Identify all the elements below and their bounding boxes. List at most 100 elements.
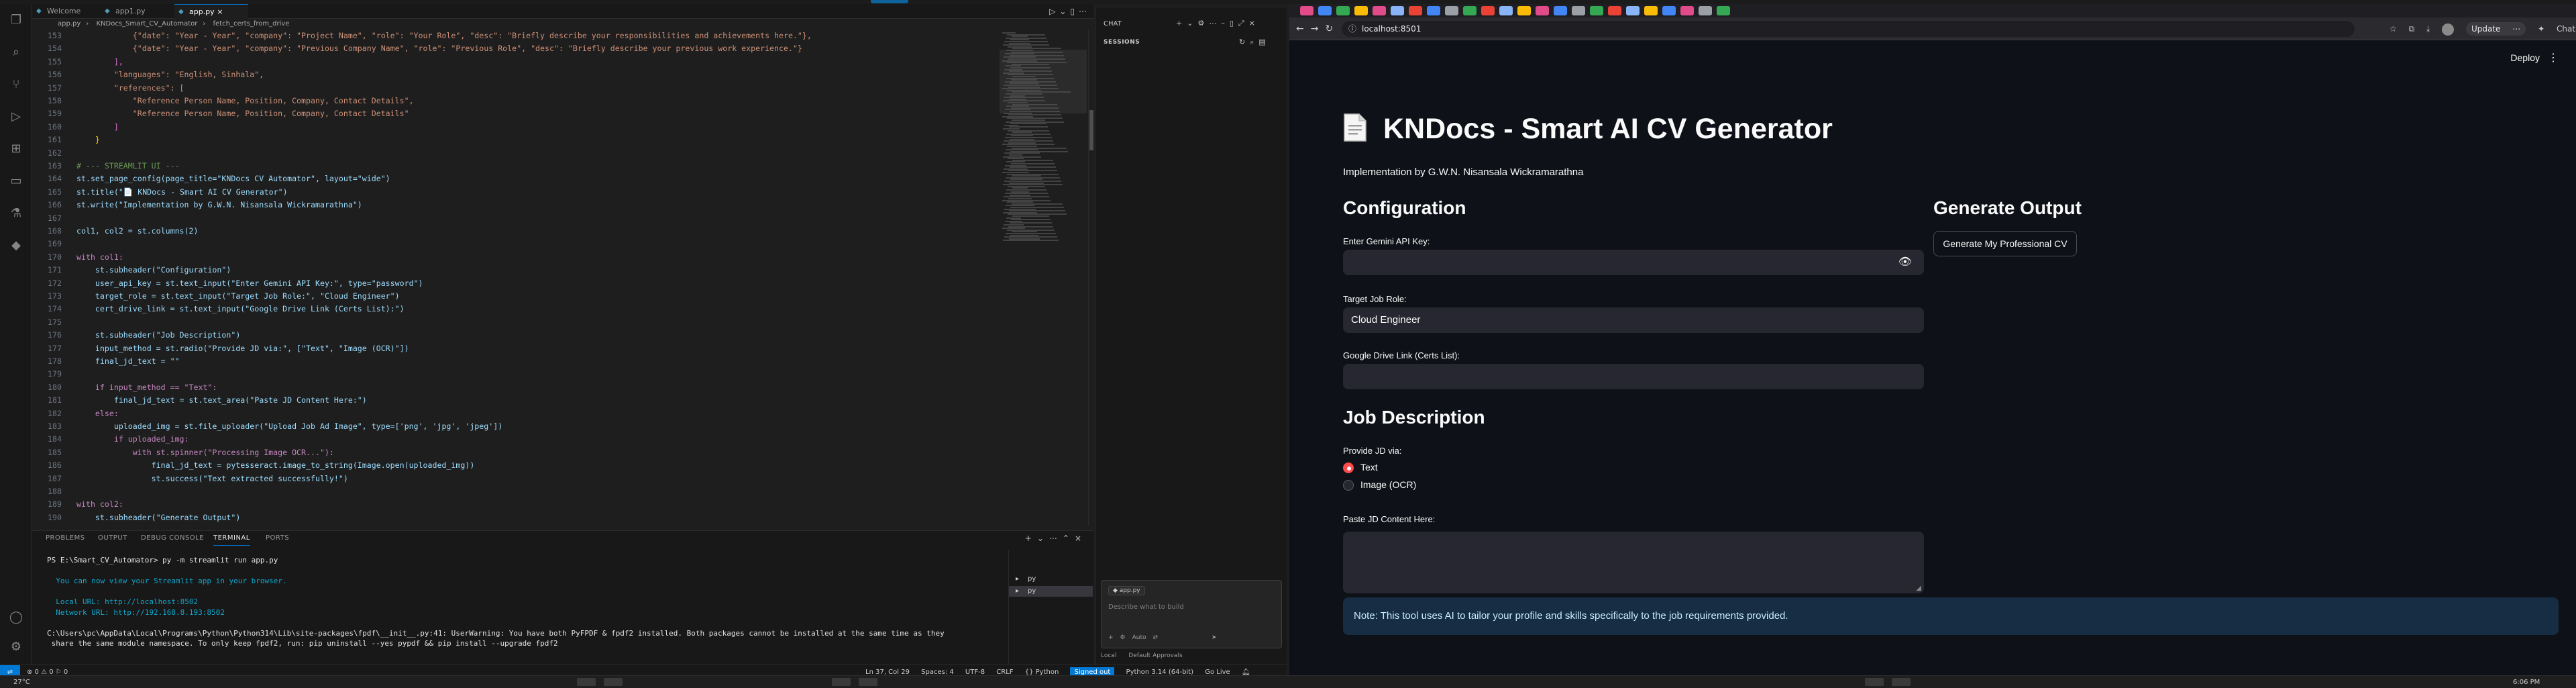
code-line[interactable]: 174 cert_drive_link = st.text_input("Goo… — [32, 303, 998, 315]
minimap[interactable] — [1000, 30, 1087, 526]
code-line[interactable]: 181 final_jd_text = st.text_area("Paste … — [32, 394, 998, 407]
attached-file-chip[interactable]: ◆ app.py — [1108, 586, 1145, 595]
extensions-icon[interactable]: ⧉ — [2409, 24, 2415, 34]
remote-explorer-icon[interactable]: ▭ — [8, 173, 24, 189]
tab-welcome[interactable]: ◆ Welcome — [32, 4, 99, 19]
deploy-button[interactable]: Deploy — [2510, 52, 2540, 63]
local-selector[interactable]: Local — [1101, 652, 1116, 659]
code-line[interactable]: 153 {"date": "Year - Year", "company": "… — [32, 30, 998, 42]
testing-icon[interactable]: ⚗ — [8, 205, 24, 222]
tab-app1-py[interactable]: ◆ app1.py — [101, 4, 173, 19]
browser-tab[interactable] — [1554, 6, 1567, 15]
code-line[interactable]: 156 "languages": "English, Sinhala", — [32, 68, 998, 81]
settings-gear-icon[interactable]: ⚙ — [1197, 19, 1209, 28]
code-line[interactable]: 155 ], — [32, 56, 998, 68]
show-password-eye-icon[interactable]: 👁︎ — [1898, 250, 1912, 275]
code-line[interactable]: 183 uploaded_img = st.file_uploader("Upl… — [32, 420, 998, 433]
browser-tab[interactable] — [1499, 6, 1513, 15]
browser-tab[interactable] — [1644, 6, 1658, 15]
code-line[interactable]: 172 user_api_key = st.text_input("Enter … — [32, 277, 998, 290]
split-editor-icon[interactable]: ▯ — [1070, 7, 1079, 16]
browser-tab[interactable] — [1680, 6, 1694, 15]
split-icon[interactable]: ▯ — [1230, 19, 1238, 28]
terminal-item[interactable]: ▸ py — [1009, 586, 1093, 597]
maximize-icon[interactable]: ⤢ — [1238, 19, 1249, 28]
sync-icon[interactable]: ⇄ — [1153, 634, 1159, 641]
code-line[interactable]: 188 — [32, 485, 998, 498]
forward-icon[interactable]: → — [1311, 23, 1326, 34]
code-line[interactable]: 161 } — [32, 134, 998, 146]
python-icon[interactable]: ◆ — [8, 238, 24, 254]
browser-tab[interactable] — [1463, 6, 1477, 15]
browser-tab[interactable] — [1391, 6, 1404, 15]
taskbar-app-button[interactable] — [577, 678, 596, 686]
run-debug-icon[interactable]: ▷ — [8, 109, 24, 125]
chat-input-box[interactable]: ◆ app.py Describe what to build + ⚙ Auto ⇄ ➤ — [1101, 580, 1282, 648]
tab-debug-console[interactable]: DEBUG CONSOLE — [141, 531, 204, 546]
system-clock[interactable]: 6:06 PM — [2513, 676, 2540, 688]
taskbar-app-button[interactable] — [832, 678, 851, 686]
main-menu-icon[interactable]: ⋮ — [2548, 51, 2559, 64]
code-line[interactable]: 184 if uploaded_img: — [32, 433, 998, 446]
code-line[interactable]: 170 with col1: — [32, 251, 998, 264]
browser-tab[interactable] — [1662, 6, 1676, 15]
code-line[interactable]: 175 — [32, 316, 998, 329]
sessions-header[interactable]: SESSIONS — [1104, 39, 1140, 46]
code-line[interactable]: 180 if input_method == "Text": — [32, 381, 998, 394]
close-tab-icon[interactable]: × — [217, 7, 223, 16]
browser-tab[interactable] — [1373, 6, 1386, 15]
code-line[interactable]: 189 with col2: — [32, 498, 998, 511]
more-icon[interactable]: ⋯ — [1209, 19, 1221, 28]
code-line[interactable]: 178 final_jd_text = "" — [32, 355, 998, 368]
minimize-icon[interactable]: – — [1221, 19, 1230, 28]
address-url[interactable]: localhost:8501 — [1362, 21, 1421, 37]
chevron-down-icon[interactable]: ⌄ — [1037, 534, 1049, 543]
code-line[interactable]: 173 target_role = st.text_input("Target … — [32, 290, 998, 303]
code-line[interactable]: 186 final_jd_text = pytesseract.image_to… — [32, 459, 998, 472]
browser-tab[interactable] — [1699, 6, 1712, 15]
address-bar[interactable]: ⓘ localhost:8501 — [1342, 21, 2355, 37]
browser-tab[interactable] — [1481, 6, 1495, 15]
generate-cv-button[interactable]: Generate My Professional CV — [1933, 231, 2077, 256]
browser-tab[interactable] — [1336, 6, 1350, 15]
close-panel-icon[interactable]: × — [1075, 534, 1087, 543]
code-line[interactable]: 154 {"date": "Year - Year", "company": "… — [32, 42, 998, 55]
code-line[interactable]: 168 col1, col2 = st.columns(2) — [32, 225, 998, 238]
extensions-icon[interactable]: ⊞ — [8, 141, 24, 157]
attach-icon[interactable]: + — [1108, 634, 1114, 641]
chat-button[interactable]: ✦ Chat — [2538, 24, 2576, 34]
resize-handle-icon[interactable]: ◢ — [1916, 585, 1921, 592]
code-line[interactable]: 160 ] — [32, 121, 998, 134]
close-icon[interactable]: × — [1249, 19, 1260, 28]
new-chat-icon[interactable]: + — [1176, 19, 1187, 28]
source-control-icon[interactable]: ⑂ — [8, 77, 24, 93]
code-line[interactable]: 163 # --- STREAMLIT UI --- — [32, 160, 998, 173]
scrollbar-thumb[interactable] — [1089, 110, 1093, 150]
bookmark-star-icon[interactable]: ☆ — [2390, 24, 2397, 34]
drive-link-input[interactable] — [1343, 364, 1924, 389]
target-role-input[interactable]: Cloud Engineer — [1343, 307, 1924, 333]
taskbar-app-button[interactable] — [1865, 678, 1884, 686]
jd-textarea[interactable]: ◢ — [1343, 532, 1924, 593]
code-line[interactable]: 185 with st.spinner("Processing Image OC… — [32, 446, 998, 459]
explorer-icon[interactable]: ❐ — [8, 12, 24, 28]
model-picker[interactable]: Auto — [1132, 634, 1146, 641]
avatar[interactable] — [2442, 23, 2455, 36]
chevron-down-icon[interactable]: ⌄ — [1187, 19, 1197, 28]
refresh-icon[interactable]: ↻ — [1239, 38, 1250, 46]
back-icon[interactable]: ← — [1296, 23, 1311, 34]
more-icon[interactable]: ⋯ — [1049, 534, 1063, 543]
taskbar-app-button[interactable] — [859, 678, 877, 686]
browser-tab[interactable] — [1300, 6, 1313, 15]
code-line[interactable]: 190 st.subheader("Generate Output") — [32, 511, 998, 524]
tools-icon[interactable]: ⚙ — [1120, 634, 1126, 641]
code-line[interactable]: 159 "Reference Person Name, Position, Co… — [32, 107, 998, 120]
code-line[interactable]: 187 st.success("Text extracted successfu… — [32, 473, 998, 485]
approvals-selector[interactable]: Default Approvals — [1128, 652, 1182, 659]
editor-scrollbar[interactable] — [1088, 30, 1093, 526]
browser-tab[interactable] — [1626, 6, 1640, 15]
api-key-input[interactable]: 👁︎ — [1343, 250, 1924, 275]
chevron-down-icon[interactable]: ⌄ — [1059, 7, 1070, 16]
search-icon[interactable]: ⌕ — [8, 44, 24, 60]
tab-terminal[interactable]: TERMINAL — [213, 531, 250, 546]
